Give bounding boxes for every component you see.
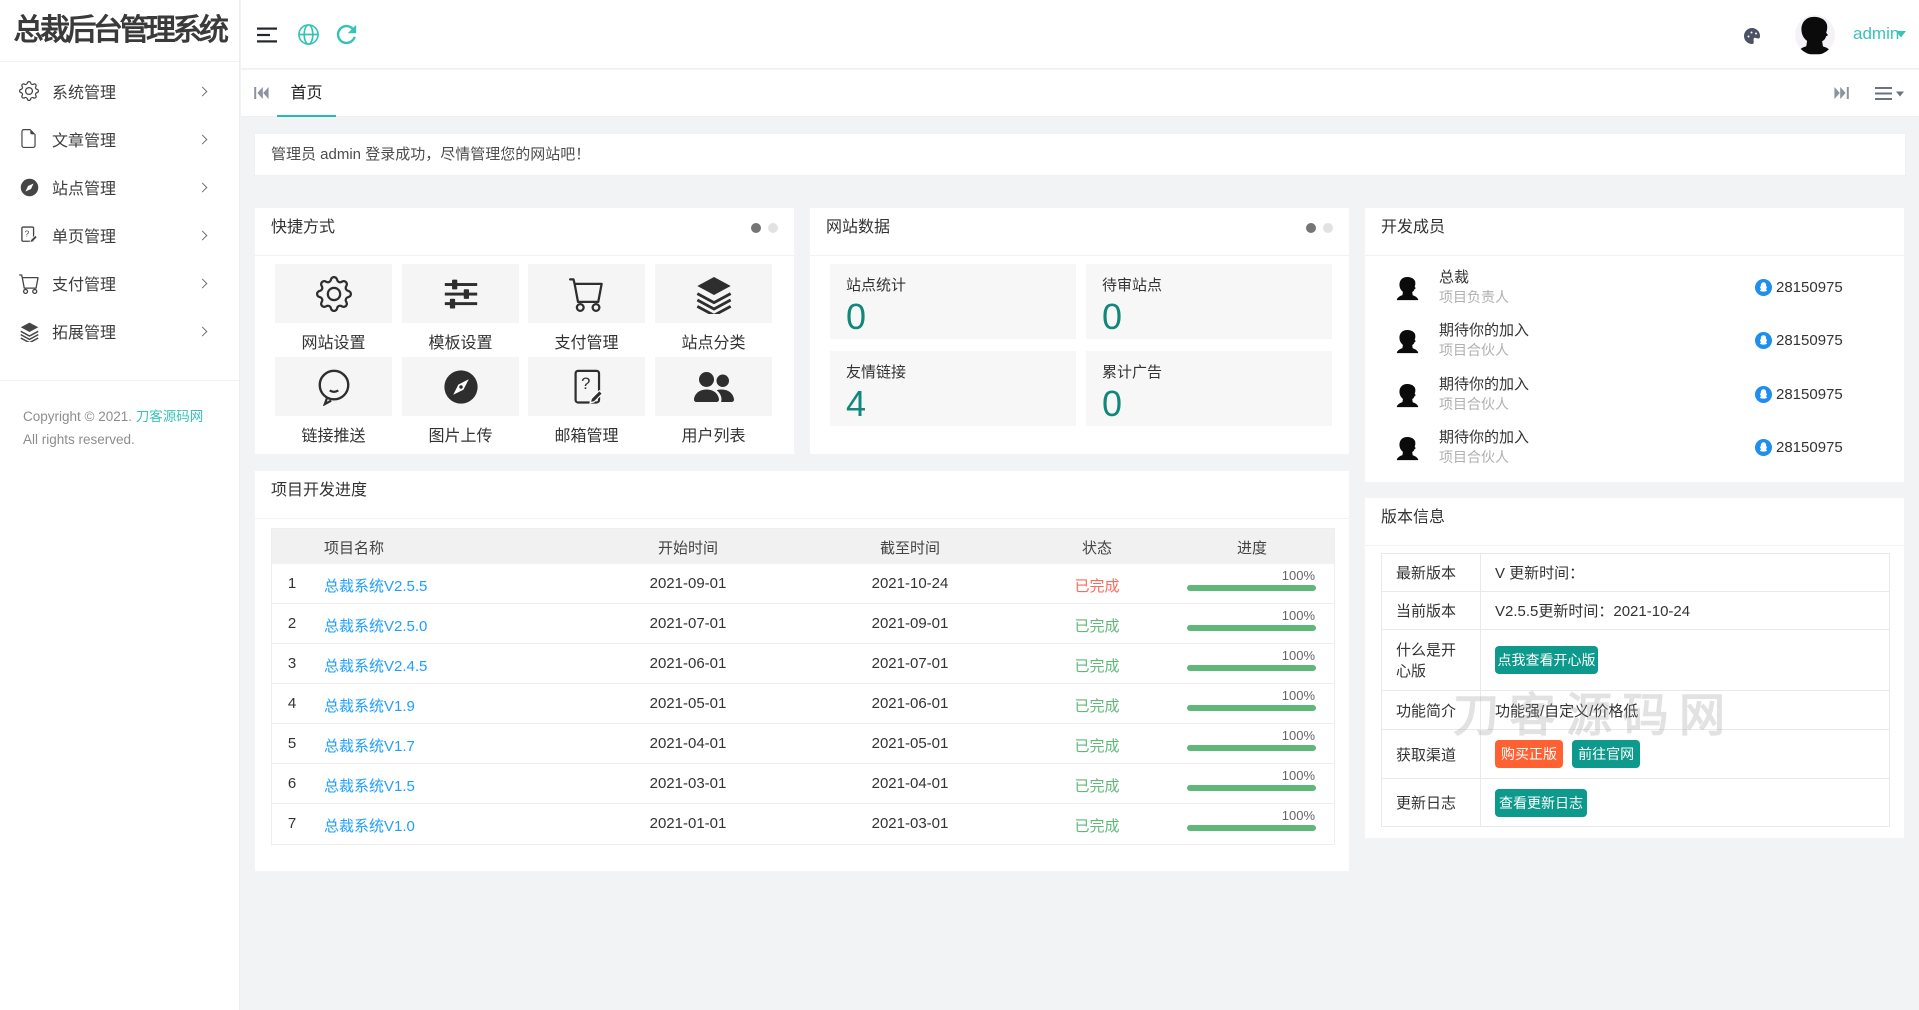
svg-text:?: ?	[25, 228, 30, 238]
svg-text:?: ?	[581, 373, 590, 392]
